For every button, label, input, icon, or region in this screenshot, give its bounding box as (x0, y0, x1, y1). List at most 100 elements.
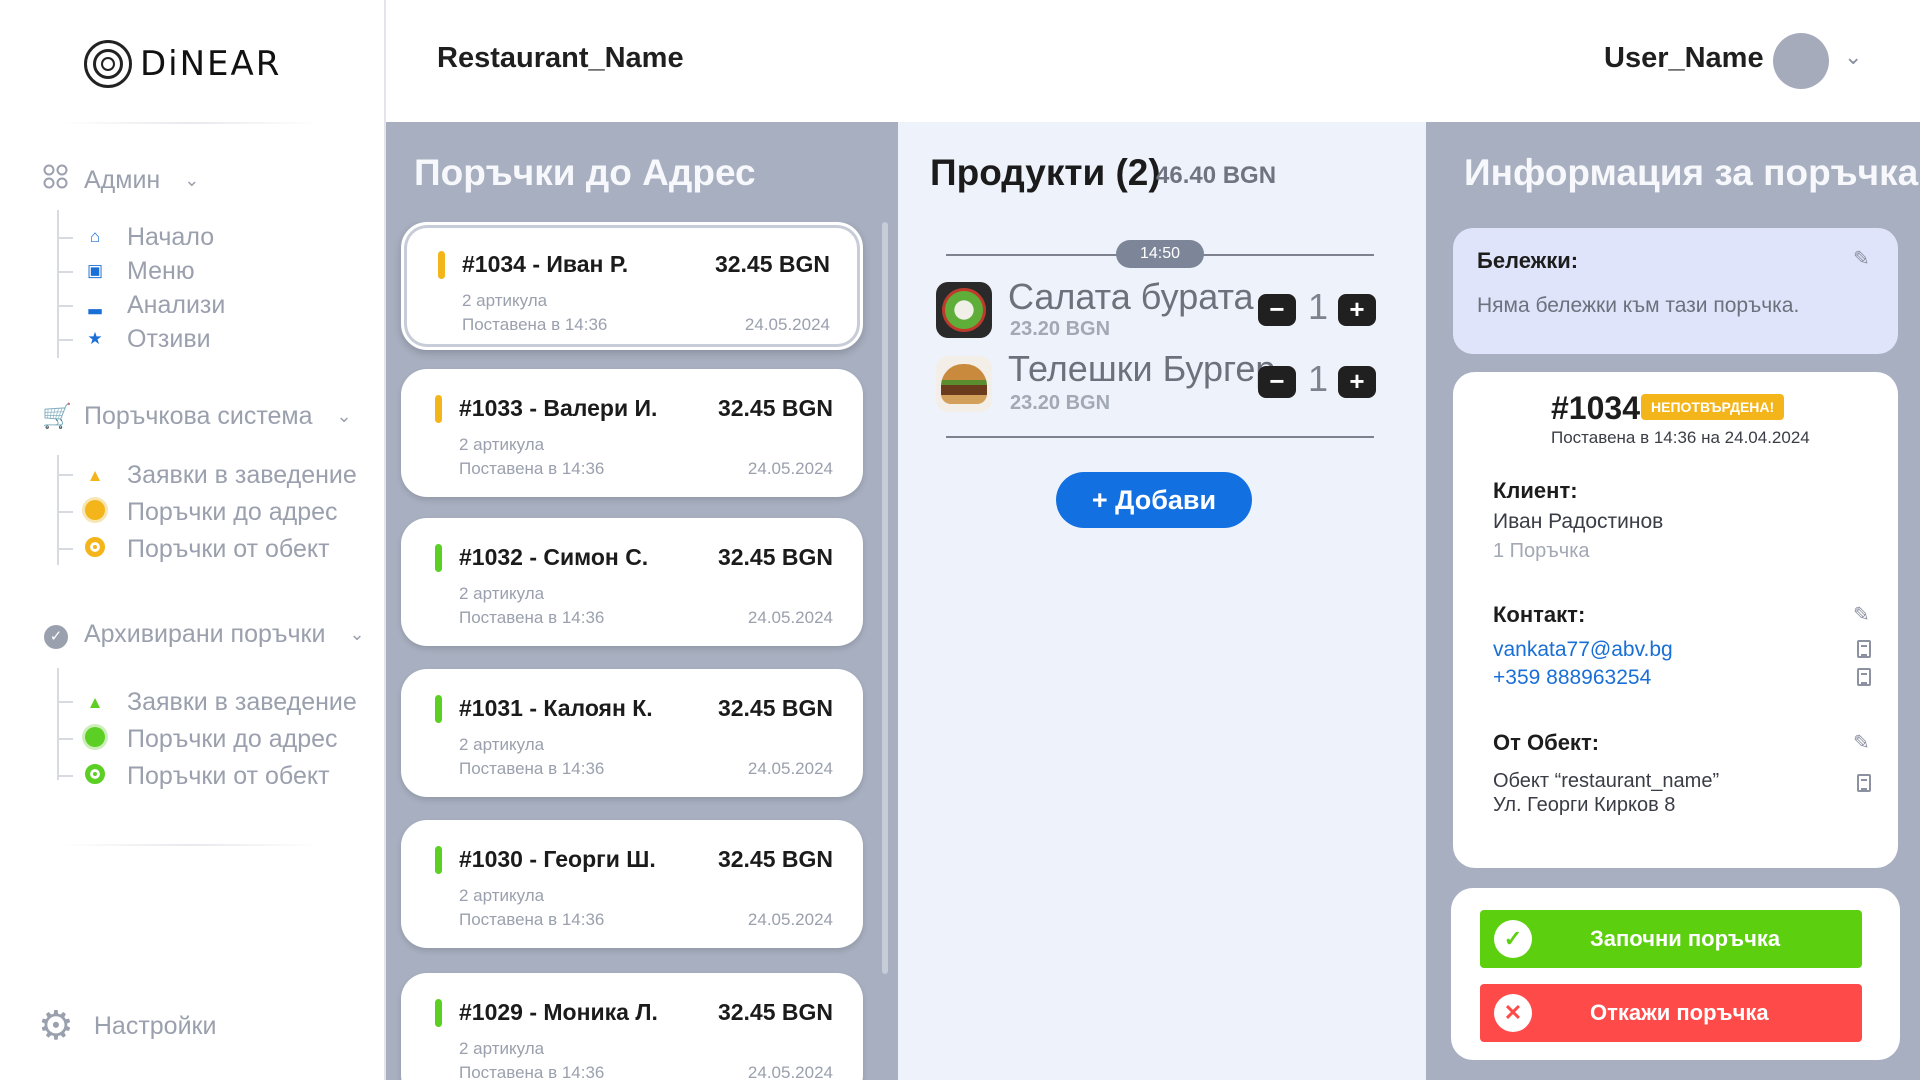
order-items-count: 2 артикула (459, 735, 545, 754)
copy-icon[interactable] (1857, 640, 1871, 658)
sidebar-item-label: Поръчки от обект (127, 762, 330, 790)
order-title: #1029 - Моника Л. (459, 999, 658, 1025)
order-card[interactable]: #1031 - Калоян К. 32.45 BGN 2 артикула П… (401, 669, 863, 797)
menu-icon: ▣ (86, 261, 104, 280)
order-date: 24.05.2024 (747, 1063, 833, 1080)
order-price: 32.45 BGN (717, 846, 833, 872)
close-icon: ✕ (1494, 994, 1532, 1032)
sidebar-item-archived-venue-requests[interactable]: ▲ Заявки в заведение (59, 684, 357, 721)
increase-button[interactable]: + (1338, 294, 1376, 326)
notes-text: Няма бележки към тази поръчка. (1477, 294, 1800, 317)
client-email[interactable]: vankata77@abv.bg (1493, 638, 1673, 662)
order-placed-time: Поставена в 14:36 (459, 459, 605, 478)
order-card[interactable]: #1030 - Георги Ш. 32.45 BGN 2 артикула П… (401, 820, 863, 948)
status-indicator (435, 395, 442, 423)
pin-icon (85, 764, 105, 789)
order-placed-time: Поставена в 14:36 (459, 910, 605, 929)
object-name: Обект “restaurant_name” (1493, 770, 1720, 792)
sidebar-section-label: Поръчкова система (84, 402, 313, 430)
edit-icon[interactable]: ✎ (1853, 730, 1870, 755)
products-column: Продукти (2) 46.40 BGN 14:50 Салата бура… (898, 122, 1426, 1080)
decrease-button[interactable]: − (1258, 294, 1296, 326)
sidebar-item-label: Поръчки от обект (127, 535, 330, 563)
order-items-count: 2 артикула (462, 291, 548, 310)
add-product-button[interactable]: + Добави (1056, 472, 1252, 528)
product-quantity: 1 (1308, 358, 1329, 399)
client-label: Клиент: (1493, 478, 1578, 503)
order-title: #1034 - Иван Р. (462, 251, 629, 277)
order-date: 24.05.2024 (747, 910, 833, 929)
cancel-order-button[interactable]: ✕ Откажи поръчка (1480, 984, 1862, 1042)
client-orders-count: 1 Поръчка (1493, 540, 1590, 562)
edit-icon[interactable]: ✎ (1853, 602, 1870, 627)
sidebar-item-menu[interactable]: ▣ Меню (58, 254, 225, 288)
check-circle-icon: ✓ (42, 620, 70, 649)
sidebar-section-archived[interactable]: ✓ Архивирани поръчки ⌄ (42, 620, 365, 649)
copy-icon[interactable] (1857, 668, 1871, 686)
sidebar-item-archived-pickup-orders[interactable]: Поръчки от обект (59, 758, 357, 795)
chevron-down-icon[interactable]: ⌄ (184, 170, 199, 191)
user-name[interactable]: User_Name (1604, 42, 1764, 75)
sidebar-item-venue-requests[interactable]: ▲ Заявки в заведение (59, 457, 357, 494)
order-items-count: 2 артикула (459, 886, 545, 905)
sidebar-item-delivery-orders[interactable]: Поръчки до адрес (59, 494, 357, 531)
order-placed-time: Поставена в 14:36 (462, 315, 608, 334)
sidebar-settings[interactable]: ⚙ Настройки (38, 1004, 216, 1048)
product-row: Телешки Бургер 23.20 BGN − 1 + (936, 348, 1376, 416)
order-price: 32.45 BGN (717, 544, 833, 570)
sidebar-section-label: Архивирани поръчки (84, 620, 326, 648)
sidebar-item-label: Поръчки до адрес (127, 498, 338, 526)
order-card[interactable]: #1033 - Валери И. 32.45 BGN 2 артикула П… (401, 369, 863, 497)
orders-list: #1034 - Иван Р. 32.45 BGN 2 артикула Пос… (386, 222, 898, 1080)
products-total: 46.40 BGN (1156, 162, 1277, 189)
home-icon: ⌂ (89, 227, 101, 246)
chevron-down-icon[interactable]: ⌄ (349, 624, 364, 645)
sidebar-item-pickup-orders[interactable]: Поръчки от обект (59, 531, 357, 568)
sidebar-section-admin[interactable]: Админ ⌄ (42, 164, 199, 197)
app-logo[interactable]: DiNEAR (84, 38, 281, 90)
copy-icon[interactable] (1857, 774, 1871, 792)
orders-tree: ▲ Заявки в заведение Поръчки до адрес По… (57, 455, 357, 565)
star-icon: ★ (87, 329, 103, 348)
sidebar: DiNEAR Админ ⌄ ⌂ Начало ▣ Меню ▂ Анализи… (0, 0, 386, 1080)
start-order-label: Започни поръчка (1590, 926, 1781, 951)
order-placed-time: Поставена в 14:36 (459, 608, 605, 627)
notes-card: Бележки: ✎ Няма бележки към тази поръчка… (1453, 228, 1898, 354)
sidebar-item-label: Начало (127, 222, 215, 251)
sidebar-section-label: Админ (84, 166, 161, 194)
increase-button[interactable]: + (1338, 366, 1376, 398)
sidebar-item-analytics[interactable]: ▂ Анализи (58, 288, 225, 322)
logo-text: DiNEAR (140, 44, 282, 84)
check-icon: ✓ (1494, 920, 1532, 958)
orders-scrollbar[interactable] (882, 222, 888, 974)
client-phone[interactable]: +359 888963254 (1493, 666, 1651, 690)
client-name: Иван Радостинов (1493, 510, 1664, 533)
sidebar-item-archived-delivery-orders[interactable]: Поръчки до адрес (59, 721, 357, 758)
order-details-card: #1034 НЕПОТВЪРДЕНА! Поставена в 14:36 на… (1453, 372, 1898, 868)
time-badge: 14:50 (1116, 240, 1204, 268)
gear-icon: ⚙ (38, 1004, 74, 1048)
notes-label: Бележки: (1477, 248, 1579, 273)
sidebar-item-label: Поръчки до адрес (127, 725, 338, 753)
avatar[interactable] (1773, 33, 1829, 89)
edit-icon[interactable]: ✎ (1853, 246, 1870, 271)
status-indicator (435, 846, 442, 874)
object-address: Ул. Георги Кирков 8 (1493, 794, 1676, 816)
order-card[interactable]: #1032 - Симон С. 32.45 BGN 2 артикула По… (401, 518, 863, 646)
sidebar-section-orders[interactable]: 🛒 Поръчкова система ⌄ (42, 402, 352, 431)
chevron-down-icon[interactable]: ⌄ (337, 406, 352, 427)
sidebar-item-reviews[interactable]: ★ Отзиви (58, 322, 225, 356)
product-name: Телешки Бургер (1008, 348, 1276, 389)
cart-icon: 🛒 (42, 403, 72, 430)
order-card[interactable]: #1034 - Иван Р. 32.45 BGN 2 артикула Пос… (401, 222, 863, 350)
order-date: 24.05.2024 (747, 608, 833, 627)
chevron-down-icon[interactable]: ⌄ (1844, 44, 1862, 70)
order-date: 24.05.2024 (747, 759, 833, 778)
order-items-count: 2 артикула (459, 1039, 545, 1058)
decrease-button[interactable]: − (1258, 366, 1296, 398)
sidebar-item-home[interactable]: ⌂ Начало (58, 220, 225, 254)
start-order-button[interactable]: ✓ Започни поръчка (1480, 910, 1862, 968)
restaurant-name[interactable]: Restaurant_Name (437, 42, 684, 75)
order-card[interactable]: #1029 - Моника Л. 32.45 BGN 2 артикула П… (401, 973, 863, 1080)
sidebar-item-label: Заявки в заведение (127, 461, 357, 489)
